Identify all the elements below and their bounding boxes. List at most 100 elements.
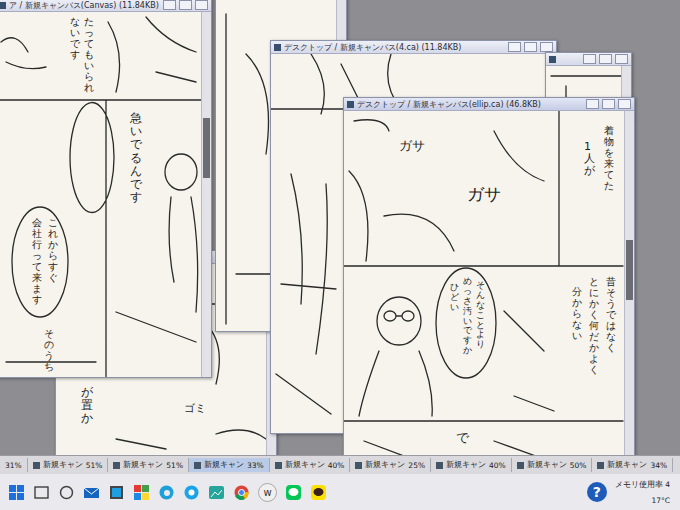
help-button[interactable]: ? — [587, 482, 607, 502]
window-body: たってもいられないです急いでるんですこれからすぐ会社行って来ますそのうち — [0, 12, 211, 377]
handwritten-text: たってもいられ — [84, 16, 94, 93]
tab-label: 新規キャン — [43, 460, 83, 470]
handwritten-text: 会社行って来ます — [32, 217, 42, 305]
title-bar[interactable]: ア / 新規キャンバス(Canvas) (11.84KB) — [0, 0, 211, 12]
drawing-canvas[interactable]: ガサガサ1人が着物を来てた昔そうではなくとにかく何だかよく分からないそんなことよ… — [344, 111, 624, 455]
handwritten-text: 分からない — [572, 286, 582, 341]
mail-icon[interactable] — [83, 484, 100, 501]
minimize-button[interactable] — [586, 99, 599, 109]
system-tray: メモリ使用率 4 17°C — [615, 480, 672, 505]
minimize-button[interactable] — [508, 42, 521, 52]
canvas-icon — [113, 462, 120, 469]
maximize-button[interactable] — [524, 42, 537, 52]
handwritten-text: が置か — [81, 386, 93, 426]
canvas-icon — [33, 462, 40, 469]
edge-icon[interactable] — [158, 484, 175, 501]
handwritten-text: これからすぐ — [48, 217, 58, 283]
drawing-canvas[interactable]: たってもいられないです急いでるんですこれからすぐ会社行って来ますそのうち — [0, 12, 201, 377]
title-bar[interactable]: デスクトップ / 新規キャンバス(4.ca) (11.84KB) — [271, 41, 556, 54]
line-app-icon[interactable] — [285, 484, 302, 501]
taskbar: w? メモリ使用率 4 17°C — [0, 474, 680, 510]
tab-label: 新規キャン — [204, 460, 244, 470]
app-icon — [0, 2, 6, 9]
photos-icon[interactable] — [108, 484, 125, 501]
minimize-button[interactable] — [583, 54, 596, 64]
memory-usage: メモリ使用率 4 — [615, 480, 670, 490]
canvas-tab[interactable]: 新規キャン25% — [350, 458, 431, 472]
handwritten-text: 急いでるんです — [130, 112, 142, 204]
scroll-thumb[interactable] — [203, 118, 210, 178]
desktop: が置か ゴミ デスクトップ / 新規キャンバス(4.ca) (11.84KB) ア /… — [0, 0, 680, 455]
app-tiles-icon[interactable] — [133, 484, 150, 501]
close-button[interactable] — [195, 0, 208, 10]
canvas-window[interactable]: デスクトップ / 新規キャンバス(ellip.ca) (46.8KB)ガサガサ1… — [343, 97, 635, 455]
tab-zoom: 51% — [86, 461, 103, 470]
tab-label: 新規キャン — [365, 460, 405, 470]
close-button[interactable] — [615, 54, 628, 64]
minimize-button[interactable] — [163, 0, 176, 10]
window-title: デスクトップ / 新規キャンバス(ellip.ca) (46.8KB) — [357, 99, 583, 110]
close-button[interactable] — [540, 42, 553, 52]
window-icon[interactable] — [33, 484, 50, 501]
canvas-window[interactable]: ア / 新規キャンバス(Canvas) (11.84KB) たってもいられないです… — [0, 0, 212, 378]
maximize-button[interactable] — [179, 0, 192, 10]
title-bar[interactable] — [546, 53, 631, 66]
tab-zoom: 40% — [328, 461, 345, 470]
title-bar[interactable]: デスクトップ / 新規キャンバス(ellip.ca) (46.8KB) — [344, 98, 634, 111]
canvas-icon — [517, 462, 524, 469]
tab-zoom: 51% — [166, 461, 183, 470]
tab-label: 新規キャン — [527, 460, 567, 470]
w-app-icon[interactable]: w — [258, 483, 277, 502]
tab-zoom: 33% — [247, 461, 264, 470]
window-title: ア / 新規キャンバス(Canvas) (11.84KB) — [9, 0, 160, 11]
scrollbar[interactable] — [201, 12, 211, 377]
handwritten-text: 昔そうではなく — [606, 276, 616, 353]
canvas-icon — [597, 462, 604, 469]
circle-icon[interactable] — [58, 484, 75, 501]
temperature: 17°C — [651, 496, 670, 505]
handwritten-text: ないです — [70, 16, 80, 60]
handwritten-text: ゴミ — [184, 401, 206, 416]
handwritten-text: 着物を来てた — [604, 125, 614, 191]
skype-icon[interactable] — [183, 484, 200, 501]
scrollbar[interactable] — [624, 111, 634, 455]
close-button[interactable] — [618, 99, 631, 109]
sketch-lines — [0, 12, 201, 377]
handwritten-text: ガサ — [467, 183, 501, 206]
canvas-tab[interactable]: 新規キャン40% — [431, 458, 512, 472]
tab-zoom: 34% — [650, 461, 667, 470]
handwritten-text: とにかく何だかよく — [589, 276, 599, 375]
canvas-tab[interactable]: 新規キャン34% — [592, 458, 673, 472]
gallery-icon[interactable] — [208, 484, 225, 501]
handwritten-text: ひどい — [450, 283, 459, 313]
tab-label: 新規キャン — [285, 460, 325, 470]
help-glyph: ? — [593, 484, 601, 500]
chrome-icon[interactable] — [233, 484, 250, 501]
tab-label: 新規キャン — [607, 460, 647, 470]
window-body: ガサガサ1人が着物を来てた昔そうではなくとにかく何だかよく分からないそんなことよ… — [344, 111, 634, 455]
handwritten-text: 1人が — [584, 141, 595, 177]
handwritten-text: ガサ — [399, 137, 425, 155]
canvas-tab[interactable]: 新規キャン50% — [512, 458, 593, 472]
canvas-icon — [436, 462, 443, 469]
canvas-tab[interactable]: 新規キャン51% — [28, 458, 109, 472]
app-icon — [347, 101, 354, 108]
tab-zoom: 25% — [408, 461, 425, 470]
canvas-tab-bar: 31%新規キャン51%新規キャン51%新規キャン33%新規キャン40%新規キャン… — [0, 455, 680, 474]
canvas-tab[interactable]: 31% — [0, 458, 28, 472]
tab-zoom: 40% — [489, 461, 506, 470]
canvas-tab[interactable]: 新規キャン33% — [189, 458, 270, 472]
app-icon — [274, 44, 281, 51]
tab-label: 新規キャン — [123, 460, 163, 470]
maximize-button[interactable] — [599, 54, 612, 64]
maximize-button[interactable] — [602, 99, 615, 109]
canvas-tab[interactable]: 新規キャン40% — [270, 458, 351, 472]
canvas-icon — [194, 462, 201, 469]
handwritten-text: そんなことより — [476, 281, 485, 350]
tab-label: 新規キャン — [446, 460, 486, 470]
tab-zoom: 31% — [5, 461, 22, 470]
canvas-tab[interactable]: 新規キャン51% — [108, 458, 189, 472]
chat-app-icon[interactable] — [310, 484, 327, 501]
scroll-thumb[interactable] — [626, 240, 633, 300]
windows-start-icon[interactable] — [8, 484, 25, 501]
